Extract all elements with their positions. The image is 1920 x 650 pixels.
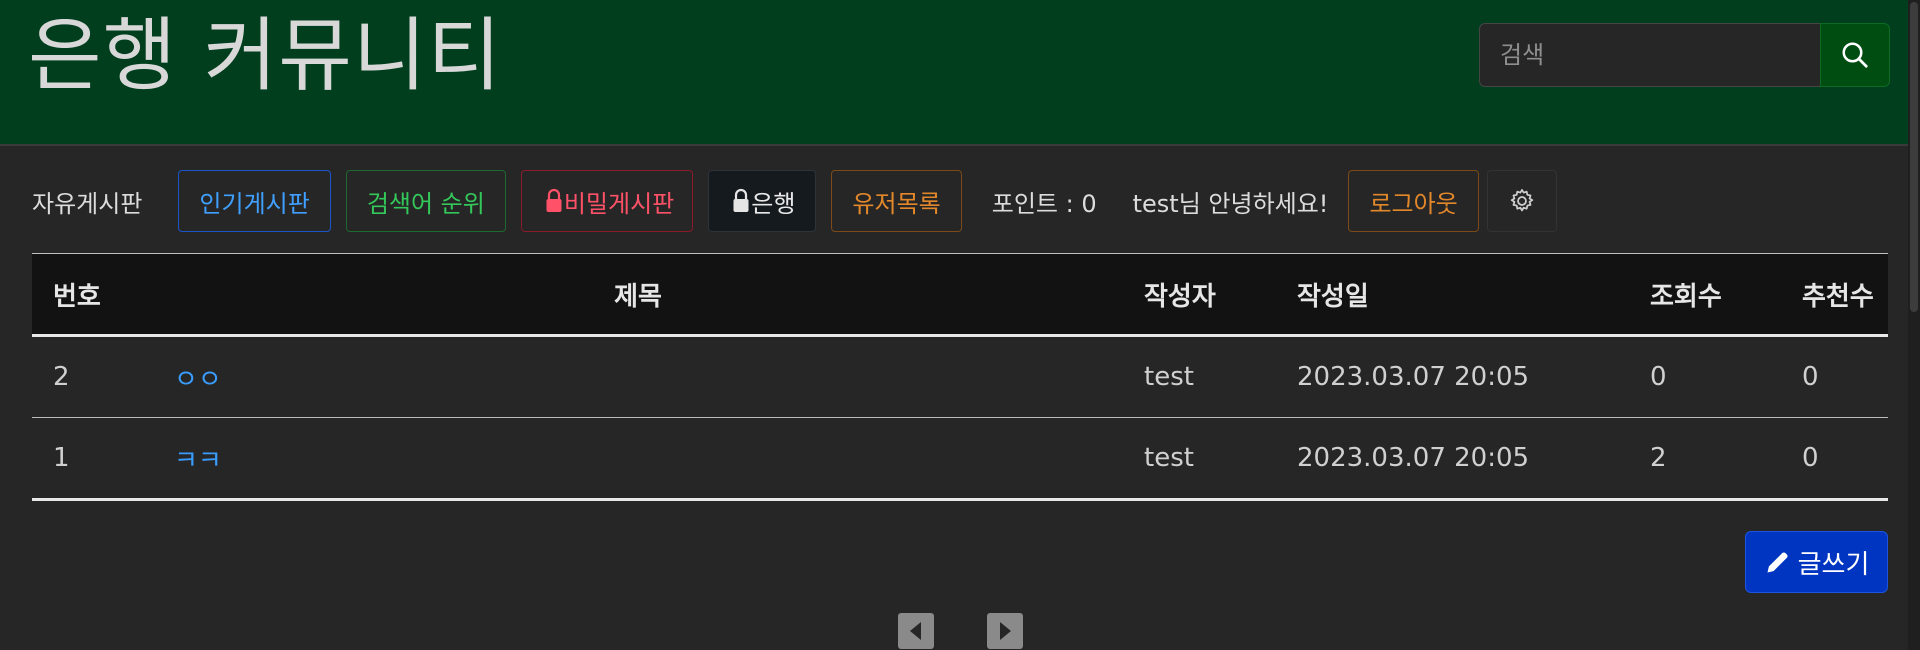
cell-date: 2023.03.07 20:05 (1297, 443, 1530, 473)
write-button-label: 글쓰기 (1797, 549, 1870, 580)
search-button[interactable] (1820, 23, 1890, 87)
post-table: 번호 제목 작성자 작성일 조회수 추천수 2 ㅇㅇ test 2023.03.… (32, 253, 1888, 501)
cell-number: 2 (53, 362, 70, 392)
logout-label: 로그아웃 (1369, 189, 1458, 218)
nav-bar: 자유게시판 인기게시판 검색어 순위 비밀게시판 은행 유저목록 포인트 : 0… (32, 170, 1557, 232)
nav-bank-label: 은행 (751, 189, 796, 218)
nav-user-list[interactable]: 유저목록 (831, 170, 962, 232)
nav-search-rank-label: 검색어 순위 (366, 189, 485, 218)
scrollbar[interactable] (1908, 0, 1920, 650)
points-display: 포인트 : 0 (991, 189, 1097, 218)
header-number: 번호 (32, 253, 153, 337)
cell-number: 1 (53, 443, 70, 473)
nav-secret-board-label: 비밀게시판 (563, 189, 675, 218)
site-header: 은행 커뮤니티 (0, 0, 1920, 146)
site-title[interactable]: 은행 커뮤니티 (28, 6, 502, 106)
table-row: 1 ㅋㅋ test 2023.03.07 20:05 2 0 (32, 418, 1888, 500)
write-button[interactable]: 글쓰기 (1745, 531, 1888, 593)
greeting-text: test님 안녕하세요! (1132, 189, 1329, 218)
cell-author: test (1144, 362, 1194, 392)
prev-page-button[interactable] (898, 613, 934, 649)
cell-title: ㅇㅇ (153, 336, 1123, 418)
gear-icon (1510, 189, 1533, 212)
header-title: 제목 (153, 253, 1123, 337)
nav-search-rank[interactable]: 검색어 순위 (345, 170, 506, 232)
search-icon (1842, 42, 1868, 68)
cell-author: test (1144, 443, 1194, 473)
header-author: 작성자 (1123, 253, 1276, 337)
header-likes: 추천수 (1781, 253, 1888, 337)
nav-secret-board[interactable]: 비밀게시판 (520, 170, 694, 232)
lock-icon (733, 188, 749, 212)
settings-button[interactable] (1486, 170, 1557, 232)
lock-icon (546, 188, 562, 212)
nav-bank[interactable]: 은행 (708, 170, 817, 232)
nav-popular-board-label: 인기게시판 (199, 189, 310, 218)
next-page-icon (1000, 622, 1011, 640)
cell-likes: 0 (1802, 362, 1819, 392)
post-title-link[interactable]: ㅇㅇ (174, 365, 222, 395)
cell-views: 0 (1650, 362, 1667, 392)
cell-title: ㅋㅋ (153, 418, 1123, 500)
search-input[interactable] (1479, 23, 1821, 87)
nav-free-board[interactable]: 자유게시판 (32, 184, 142, 219)
table-header-row: 번호 제목 작성자 작성일 조회수 추천수 (32, 253, 1888, 337)
nav-popular-board[interactable]: 인기게시판 (178, 170, 331, 232)
next-page-button[interactable] (987, 613, 1023, 649)
prev-page-icon (910, 622, 921, 640)
header-views: 조회수 (1629, 253, 1781, 337)
cell-likes: 0 (1802, 443, 1819, 473)
pencil-icon (1767, 552, 1788, 573)
post-title-link[interactable]: ㅋㅋ (174, 446, 222, 476)
header-date: 작성일 (1276, 253, 1629, 337)
logout-button[interactable]: 로그아웃 (1348, 170, 1479, 232)
nav-user-list-label: 유저목록 (852, 189, 941, 218)
cell-views: 2 (1650, 443, 1667, 473)
cell-date: 2023.03.07 20:05 (1297, 362, 1530, 392)
table-row: 2 ㅇㅇ test 2023.03.07 20:05 0 0 (32, 336, 1888, 418)
scrollbar-thumb[interactable] (1910, 2, 1918, 312)
